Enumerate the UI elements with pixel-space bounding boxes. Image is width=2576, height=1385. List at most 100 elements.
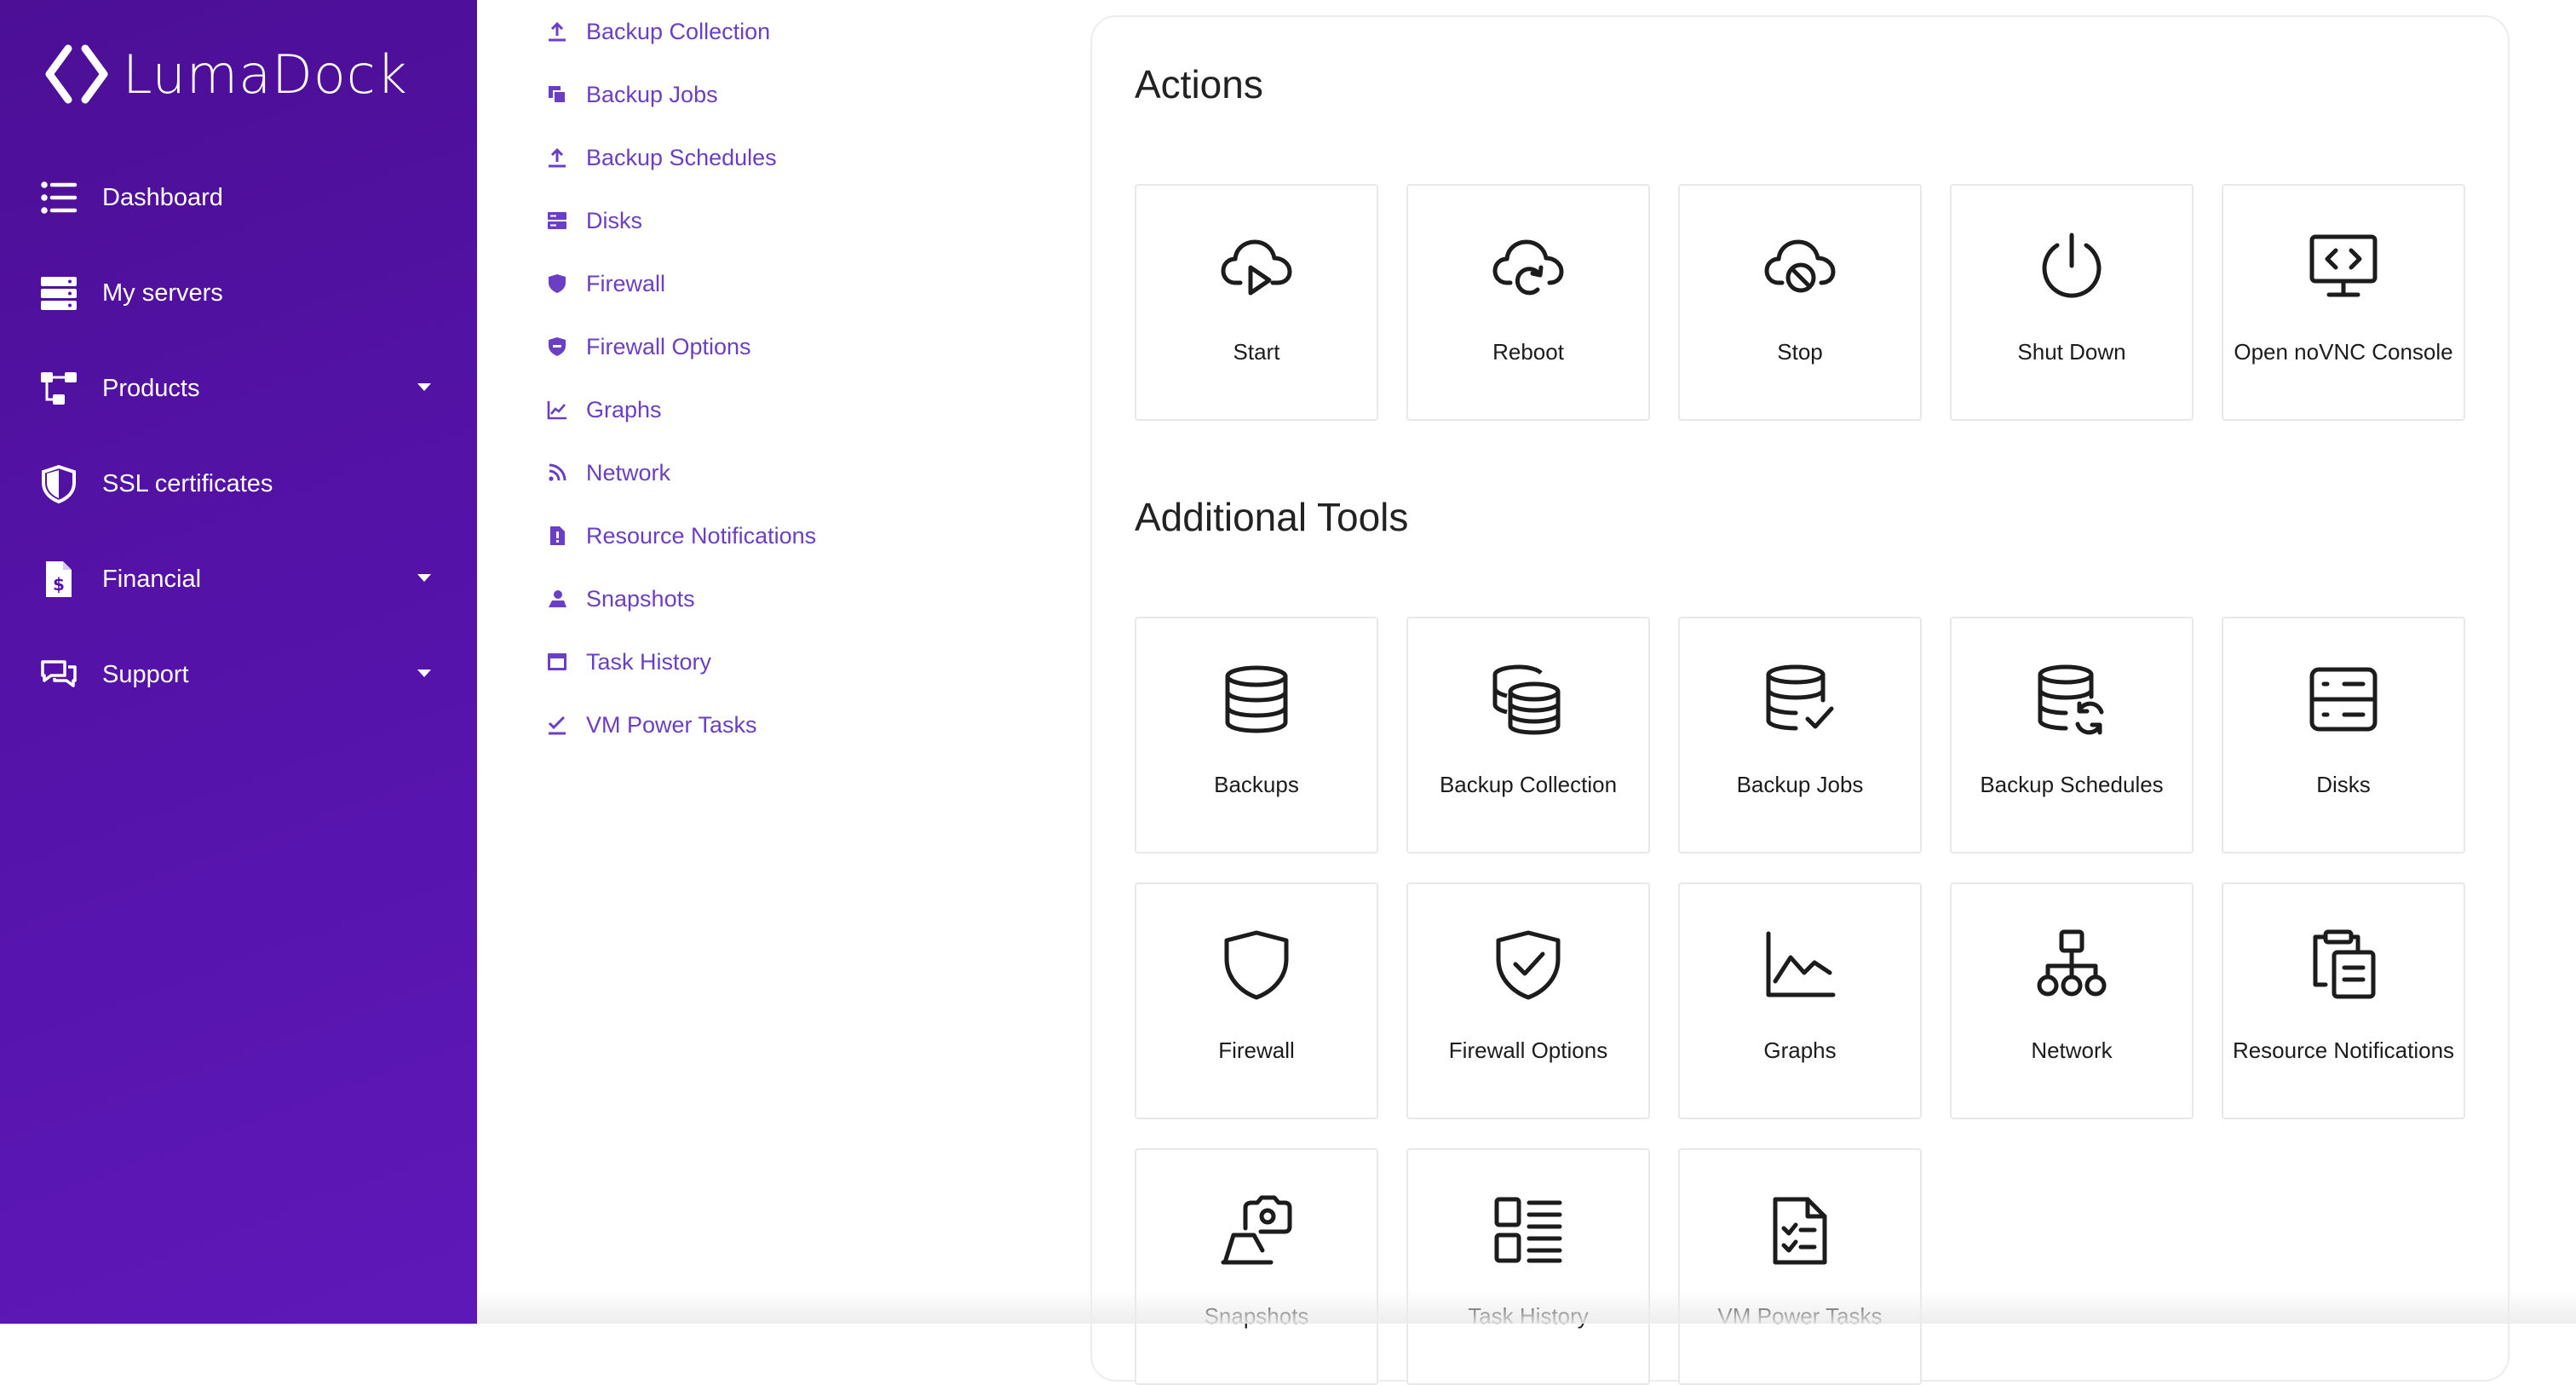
link-firewall-options[interactable]: Firewall Options bbox=[545, 315, 1022, 378]
tool-snapshots-button[interactable]: Snapshots bbox=[1135, 1148, 1378, 1385]
link-task-history[interactable]: Task History bbox=[545, 630, 1022, 693]
sidebar-item-ssl-certificates[interactable]: SSL certificates bbox=[0, 436, 477, 532]
action-reboot-button[interactable]: Reboot bbox=[1406, 184, 1650, 421]
chevron-down-icon bbox=[417, 574, 431, 582]
snapshot-icon bbox=[1221, 1195, 1292, 1265]
shield-check-icon bbox=[1496, 930, 1561, 1000]
sidebar-item-label: Products bbox=[102, 374, 200, 402]
chevron-down-icon bbox=[417, 383, 431, 391]
action-stop-button[interactable]: Stop bbox=[1678, 184, 1922, 421]
sidebar-nav: Dashboard My servers Products SSL certif… bbox=[0, 150, 477, 722]
link-label: Backup Jobs bbox=[586, 81, 718, 107]
upload-icon bbox=[545, 146, 569, 170]
link-backup-jobs[interactable]: Backup Jobs bbox=[545, 63, 1022, 126]
tool-backup-jobs-button[interactable]: Backup Jobs bbox=[1678, 617, 1922, 853]
shield-icon bbox=[1224, 930, 1289, 1000]
link-label: Disks bbox=[586, 207, 642, 233]
chart-icon bbox=[545, 398, 569, 422]
svg-text:$: $ bbox=[53, 574, 65, 595]
action-start-button[interactable]: Start bbox=[1135, 184, 1378, 421]
link-snapshots[interactable]: Snapshots bbox=[545, 567, 1022, 630]
tool-task-history-button[interactable]: Task History bbox=[1406, 1148, 1650, 1385]
link-vm-power-tasks[interactable]: VM Power Tasks bbox=[545, 693, 1022, 756]
shield-minus-icon bbox=[545, 335, 569, 359]
link-network[interactable]: Network bbox=[545, 441, 1022, 504]
scroll-fade bbox=[477, 1290, 2576, 1324]
tool-firewall-button[interactable]: Firewall bbox=[1135, 882, 1378, 1119]
cloud-play-icon bbox=[1221, 239, 1292, 296]
tile-label: Open noVNC Console bbox=[2234, 339, 2453, 365]
file-checklist-icon bbox=[1773, 1197, 1827, 1265]
tools-link-list: Backup Collection Backup Jobs Backup Sch… bbox=[545, 0, 1022, 756]
sidebar-item-support[interactable]: Support bbox=[0, 627, 477, 722]
tile-label: Disks bbox=[2316, 772, 2371, 797]
link-label: Task History bbox=[586, 648, 712, 675]
list-icon bbox=[37, 176, 80, 219]
tile-label: Graphs bbox=[1763, 1037, 1837, 1063]
link-firewall[interactable]: Firewall bbox=[545, 252, 1022, 315]
tool-graphs-button[interactable]: Graphs bbox=[1678, 882, 1922, 1119]
link-disks[interactable]: Disks bbox=[545, 189, 1022, 252]
link-graphs[interactable]: Graphs bbox=[545, 378, 1022, 441]
tile-label: Resource Notifications bbox=[2232, 1037, 2455, 1063]
link-backup-schedules[interactable]: Backup Schedules bbox=[545, 126, 1022, 189]
code-brackets-icon bbox=[45, 44, 108, 104]
link-resource-notifications[interactable]: Resource Notifications bbox=[545, 504, 1022, 567]
disks-icon bbox=[2309, 667, 2378, 732]
clipboard-list-icon bbox=[2313, 929, 2376, 999]
link-label: Firewall Options bbox=[586, 333, 751, 359]
link-label: Snapshots bbox=[586, 585, 695, 612]
cloud-off-icon bbox=[1764, 239, 1836, 293]
products-icon bbox=[37, 367, 80, 410]
sidebar-item-financial[interactable]: $ Financial bbox=[0, 532, 477, 627]
link-label: Resource Notifications bbox=[586, 522, 817, 549]
additional-tools-heading: Additional Tools bbox=[1135, 495, 1409, 539]
link-label: Network bbox=[586, 459, 671, 486]
file-alert-icon bbox=[545, 524, 569, 548]
shield-icon bbox=[37, 463, 80, 505]
sidebar-item-my-servers[interactable]: My servers bbox=[0, 245, 477, 341]
tile-label: Backups bbox=[1214, 772, 1299, 797]
tile-label: Shut Down bbox=[2017, 339, 2126, 365]
check-icon bbox=[545, 713, 569, 737]
rss-icon bbox=[545, 461, 569, 485]
tile-label: Network bbox=[2031, 1037, 2113, 1063]
brand-name: LumaDock bbox=[123, 43, 408, 106]
copy-icon bbox=[545, 83, 569, 106]
tool-resource-notifications-button[interactable]: Resource Notifications bbox=[2222, 882, 2465, 1119]
sidebar: LumaDock Dashboard My servers Products S… bbox=[0, 0, 477, 1324]
database-stack-icon bbox=[1492, 664, 1561, 735]
task-list-icon bbox=[1494, 1197, 1562, 1263]
brand-logo[interactable]: LumaDock bbox=[43, 36, 408, 112]
sidebar-item-products[interactable]: Products bbox=[0, 341, 477, 436]
cloud-refresh-icon bbox=[1492, 239, 1564, 296]
action-open-novnc-console-button[interactable]: Open noVNC Console bbox=[2222, 184, 2465, 421]
upload-icon bbox=[545, 20, 569, 43]
server-icon bbox=[37, 272, 80, 314]
tool-backups-button[interactable]: Backups bbox=[1135, 617, 1378, 853]
invoice-icon: $ bbox=[37, 558, 80, 601]
tool-firewall-options-button[interactable]: Firewall Options bbox=[1406, 882, 1650, 1119]
sidebar-item-dashboard[interactable]: Dashboard bbox=[0, 150, 477, 245]
tool-backup-schedules-button[interactable]: Backup Schedules bbox=[1950, 617, 2194, 853]
tile-label: Stop bbox=[1777, 339, 1823, 365]
line-chart-icon bbox=[1766, 931, 1836, 997]
action-shut-down-button[interactable]: Shut Down bbox=[1950, 184, 2194, 421]
tool-disks-button[interactable]: Disks bbox=[2222, 617, 2465, 853]
tool-backup-collection-button[interactable]: Backup Collection bbox=[1406, 617, 1650, 853]
tool-vm-power-tasks-button[interactable]: VM Power Tasks bbox=[1678, 1148, 1922, 1385]
sidebar-item-label: My servers bbox=[102, 279, 223, 307]
sidebar-item-label: Dashboard bbox=[102, 183, 223, 211]
sidebar-item-label: Financial bbox=[102, 565, 202, 593]
tile-label: Firewall Options bbox=[1448, 1037, 1608, 1063]
tool-network-button[interactable]: Network bbox=[1950, 882, 2194, 1119]
console-icon bbox=[2309, 234, 2378, 297]
snapshot-icon bbox=[545, 587, 569, 611]
link-label: Backup Schedules bbox=[586, 144, 777, 170]
tile-label: Backup Jobs bbox=[1736, 772, 1864, 797]
link-label: Firewall bbox=[586, 270, 666, 296]
link-backup-collection[interactable]: Backup Collection bbox=[545, 0, 1022, 63]
server-tools-card: Actions Start Reboot Stop Shut Down Open… bbox=[1090, 15, 2510, 1385]
shield-icon bbox=[545, 272, 569, 296]
tile-label: Start bbox=[1233, 339, 1280, 365]
